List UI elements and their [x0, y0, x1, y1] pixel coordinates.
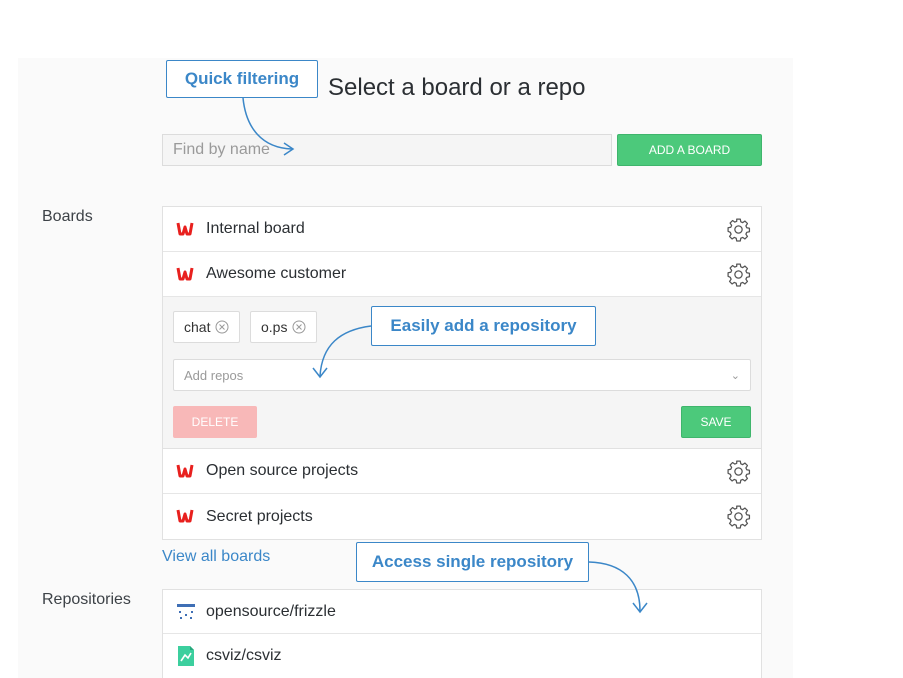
boards-section-label: Boards	[42, 208, 93, 225]
circle-x-icon[interactable]	[292, 320, 306, 334]
board-row[interactable]: Open source projects	[163, 449, 761, 494]
board-row[interactable]: Secret projects	[163, 494, 761, 539]
board-name: Awesome customer	[206, 265, 347, 282]
board-row[interactable]: Internal board	[163, 207, 761, 252]
waffle-logo-icon	[176, 267, 194, 281]
add-board-button[interactable]: ADD A BOARD	[617, 134, 762, 166]
waffle-logo-icon	[176, 509, 194, 523]
boards-list: Internal board Awesome customer chat o.p…	[162, 206, 762, 540]
repo-chip: o.ps	[250, 311, 318, 343]
callout-quick-filtering: Quick filtering	[166, 60, 318, 98]
callout-access-single-repository: Access single repository	[356, 542, 589, 582]
board-name: Internal board	[206, 220, 305, 237]
csviz-repo-icon	[178, 646, 194, 666]
search-input[interactable]	[162, 134, 612, 166]
circle-x-icon[interactable]	[215, 320, 229, 334]
board-row[interactable]: Awesome customer	[163, 252, 761, 297]
repo-chip: chat	[173, 311, 241, 343]
add-repos-placeholder: Add repos	[184, 367, 244, 383]
delete-button[interactable]: DELETE	[173, 406, 257, 438]
save-button[interactable]: SAVE	[681, 406, 751, 438]
repo-name: opensource/frizzle	[206, 602, 336, 620]
gear-icon[interactable]	[726, 459, 751, 484]
repo-row[interactable]: opensource/frizzle	[163, 590, 761, 634]
add-repos-select[interactable]: Add repos ⌄	[173, 359, 751, 391]
view-all-boards-link[interactable]: View all boards	[162, 548, 270, 566]
gear-icon[interactable]	[726, 217, 751, 242]
gear-icon[interactable]	[726, 504, 751, 529]
callout-easily-add-repository: Easily add a repository	[371, 306, 596, 346]
board-name: Secret projects	[206, 507, 313, 525]
frizzle-repo-icon	[177, 604, 195, 619]
repositories-list: opensource/frizzle csviz/csviz	[162, 589, 762, 678]
repo-chip-label: o.ps	[261, 319, 288, 335]
gear-icon[interactable]	[726, 262, 751, 287]
board-name: Open source projects	[206, 462, 359, 479]
repositories-section-label: Repositories	[42, 591, 131, 608]
page-title: Select a board or a repo	[328, 74, 586, 101]
waffle-logo-icon	[176, 464, 194, 478]
repo-chip-label: chat	[184, 319, 211, 335]
repo-row[interactable]: csviz/csviz	[163, 634, 761, 678]
waffle-logo-icon	[176, 222, 194, 236]
page: Select a board or a repo ADD A BOARD Boa…	[0, 0, 903, 678]
repo-name: csviz/csviz	[206, 647, 282, 664]
chevron-down-icon: ⌄	[730, 370, 740, 382]
